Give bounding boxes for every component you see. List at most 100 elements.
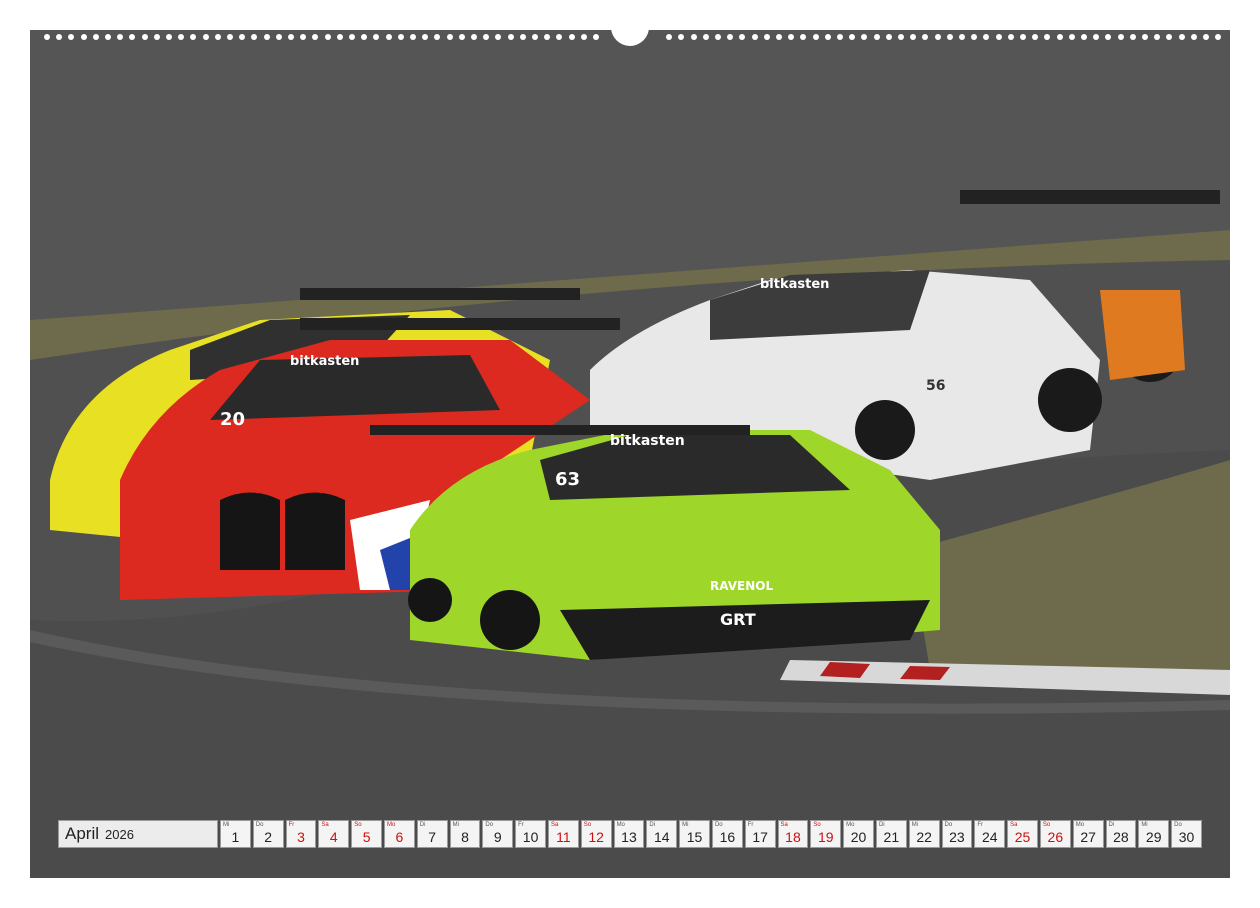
day-number: 9 bbox=[493, 829, 502, 845]
binding-hole bbox=[336, 34, 343, 40]
day-number: 12 bbox=[588, 829, 604, 845]
binding-hole bbox=[105, 34, 111, 40]
weekday-label: Mi bbox=[911, 822, 919, 828]
day-number: 29 bbox=[1145, 829, 1162, 845]
day-cell: Di 14 bbox=[646, 820, 678, 848]
day-number: 3 bbox=[297, 829, 305, 845]
day-number: 24 bbox=[981, 829, 998, 845]
binding-hole bbox=[458, 34, 465, 40]
binding-hole bbox=[166, 34, 172, 40]
weekday-label: Mi bbox=[223, 822, 230, 828]
day-cell: So 19 bbox=[810, 820, 842, 848]
weekday-label: Do bbox=[255, 822, 264, 828]
binding-hole bbox=[263, 34, 270, 40]
day-number: 16 bbox=[719, 829, 736, 845]
binding-hole bbox=[593, 34, 599, 40]
day-number: 21 bbox=[883, 829, 900, 845]
day-number: 4 bbox=[329, 829, 338, 845]
binding-hole bbox=[702, 34, 709, 40]
binding-hole bbox=[1178, 34, 1185, 40]
binding-hole bbox=[1105, 34, 1112, 40]
binding-hole bbox=[544, 34, 551, 40]
binding-hole bbox=[422, 34, 429, 40]
binding-hole bbox=[580, 34, 587, 40]
day-number: 13 bbox=[621, 829, 637, 845]
weekday-label: Mo bbox=[846, 822, 855, 828]
binding-hole bbox=[1007, 34, 1014, 40]
binding-hole bbox=[727, 34, 734, 40]
day-cell: Fr 3 bbox=[285, 820, 317, 848]
day-cell: Sa 11 bbox=[547, 820, 579, 848]
day-number: 2 bbox=[264, 829, 273, 845]
day-cell: Sa 18 bbox=[777, 820, 809, 848]
binding-hole bbox=[275, 34, 282, 40]
binding-hole bbox=[959, 34, 965, 40]
day-cell: Di 28 bbox=[1105, 820, 1137, 848]
binding-hole bbox=[471, 34, 477, 40]
spiral-binding bbox=[30, 30, 1230, 46]
binding-hole bbox=[312, 34, 319, 40]
weekday-label: Fr bbox=[747, 822, 754, 828]
binding-hole bbox=[434, 34, 441, 40]
binding-hole bbox=[837, 34, 843, 40]
weekday-label: Fr bbox=[518, 822, 524, 828]
binding-hole bbox=[849, 34, 856, 40]
binding-hole bbox=[1154, 34, 1161, 40]
month-label: April 2026 bbox=[58, 820, 218, 848]
day-cell: Mi 8 bbox=[449, 820, 481, 848]
binding-hole bbox=[214, 34, 221, 40]
day-number: 25 bbox=[1014, 829, 1031, 845]
day-cells: Mi 1 Do 2 Fr 3 Sa 4 So 5 Mo 6 Di 7 Mi 8 Do 9 Fr 10 Sa 11 So 12 M… bbox=[220, 820, 1204, 850]
day-number: 1 bbox=[231, 829, 240, 845]
day-cell: Mo 27 bbox=[1072, 820, 1104, 848]
binding-hole bbox=[1093, 34, 1100, 40]
binding-hole bbox=[1117, 34, 1124, 40]
day-cell: Mi 22 bbox=[908, 820, 940, 848]
calendar-strip: April 2026 Mi 1 Do 2 Fr 3 Sa 4 So 5 Mo 6 Di 7 Mi 8 Do 9 Fr… bbox=[58, 820, 1204, 850]
day-cell: Mo 6 bbox=[383, 820, 415, 848]
day-cell: So 26 bbox=[1039, 820, 1071, 848]
binding-hole bbox=[715, 34, 721, 40]
binding-hole bbox=[568, 34, 575, 40]
binding-hole bbox=[922, 34, 929, 40]
weekday-label: Sa bbox=[321, 822, 329, 828]
weekday-label: Do bbox=[1174, 822, 1182, 828]
day-cell: So 12 bbox=[580, 820, 612, 848]
day-cell: Mo 13 bbox=[613, 820, 645, 848]
binding-hole bbox=[1081, 34, 1087, 40]
binding-hole bbox=[80, 34, 87, 40]
binding-hole bbox=[995, 34, 1002, 40]
weekday-label: Do bbox=[485, 822, 494, 828]
binding-hole bbox=[751, 34, 758, 40]
binding-hole bbox=[1215, 34, 1222, 40]
day-cell: Mi 1 bbox=[220, 820, 251, 848]
binding-hole bbox=[361, 34, 368, 40]
binding-hole bbox=[141, 34, 148, 40]
day-cell: Sa 25 bbox=[1007, 820, 1038, 848]
weekday-label: Sa bbox=[550, 822, 559, 828]
team-text: GRT bbox=[720, 610, 756, 629]
day-cell: Do 16 bbox=[711, 820, 743, 848]
day-cell: Do 30 bbox=[1171, 820, 1202, 848]
binding-hole bbox=[519, 34, 526, 40]
day-number: 8 bbox=[461, 829, 469, 845]
car-number: 63 bbox=[555, 469, 580, 490]
livery-text: bitkasten bbox=[290, 354, 359, 369]
binding-hole bbox=[288, 34, 294, 40]
weekday-label: Fr bbox=[288, 822, 295, 828]
year: 2026 bbox=[105, 826, 134, 842]
day-number: 22 bbox=[916, 829, 932, 845]
binding-hole bbox=[678, 34, 685, 40]
binding-hole bbox=[934, 34, 941, 40]
month-name: April bbox=[65, 824, 100, 843]
day-number: 15 bbox=[686, 829, 703, 845]
binding-hole bbox=[410, 34, 416, 40]
day-number: 5 bbox=[362, 829, 371, 845]
day-cell: Do 23 bbox=[941, 820, 973, 848]
day-cell: Mi 15 bbox=[679, 820, 710, 848]
binding-hole bbox=[239, 34, 246, 40]
day-number: 6 bbox=[395, 829, 404, 845]
binding-hole bbox=[68, 34, 75, 40]
weekday-label: Mi bbox=[682, 822, 689, 828]
binding-hole bbox=[873, 34, 880, 40]
